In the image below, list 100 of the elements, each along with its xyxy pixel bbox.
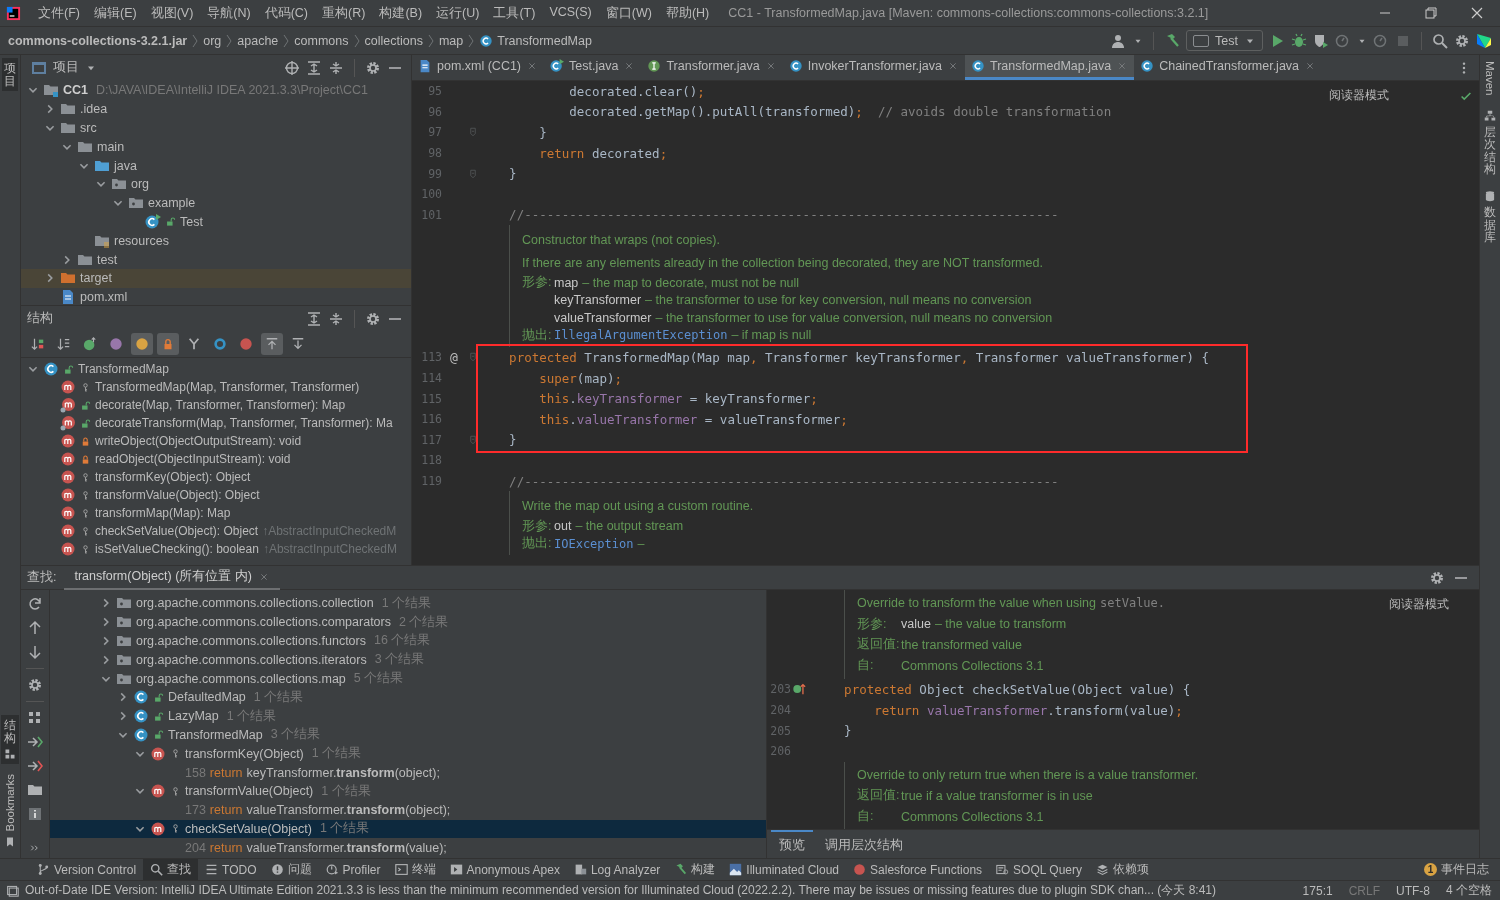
menu-item[interactable]: 代码(C) [257, 4, 316, 22]
plugin-icon[interactable] [1476, 32, 1492, 49]
tree-item[interactable]: transformKey(Object): Object [21, 468, 411, 486]
breadcrumb[interactable]: apache [237, 33, 279, 48]
tree-item[interactable]: transformMap(Map): Map [21, 504, 411, 522]
import-icon[interactable] [27, 734, 43, 750]
editor-tab[interactable]: pom.xml (CC1) [412, 55, 545, 80]
folder-icon[interactable] [27, 782, 43, 798]
tool-window-tab[interactable]: Bookmarks [3, 774, 17, 832]
hierarchy-icon[interactable] [1484, 109, 1496, 122]
search-icon[interactable] [1432, 32, 1448, 49]
tree-item[interactable]: transformValue(Object): Object [21, 486, 411, 504]
close-icon[interactable] [1469, 5, 1485, 21]
tool-window-button[interactable]: 终端 [387, 859, 443, 880]
menu-item[interactable]: 运行(U) [429, 4, 487, 22]
tree-item[interactable]: TransformedMap(Map, Transformer, Transformer) [21, 378, 411, 396]
settings-icon[interactable] [27, 677, 43, 693]
preview-tab[interactable]: 预览 [771, 830, 813, 858]
coverage-icon[interactable] [1313, 32, 1329, 49]
info-icon[interactable] [27, 806, 43, 822]
menu-item[interactable]: 视图(V) [143, 4, 201, 22]
tree-item[interactable]: readObject(ObjectInputStream): void [21, 450, 411, 468]
arrow-up-icon[interactable] [27, 620, 43, 636]
breadcrumb[interactable]: commons-collections-3.2.1.jar [8, 33, 188, 48]
tree-item[interactable]: target [21, 268, 411, 288]
refresh-icon[interactable] [27, 596, 43, 612]
expand-all-icon[interactable] [306, 59, 322, 76]
event-log-button[interactable]: 1 事件日志 [1417, 859, 1496, 880]
tree-item[interactable]: example [21, 193, 411, 213]
menu-item[interactable]: VCS(S) [542, 4, 599, 22]
tool-window-tab[interactable]: 项目 [2, 58, 18, 92]
menu-item[interactable]: 文件(F) [31, 4, 87, 22]
bookmark-icon[interactable] [4, 836, 16, 848]
tree-item[interactable]: src [21, 118, 411, 138]
tree-item[interactable]: 158 return keyTransformer.transform(object); [50, 763, 766, 782]
editor-tab[interactable]: Transformer.java [641, 55, 783, 80]
toggle-button[interactable] [131, 333, 153, 355]
panel-title[interactable]: 项目 [53, 59, 79, 76]
export-icon[interactable] [27, 758, 43, 774]
settings-icon[interactable] [365, 59, 381, 76]
structure-icon[interactable] [4, 748, 16, 761]
tree-item[interactable]: TransformedMap [21, 360, 411, 378]
tree-item[interactable]: org [21, 175, 411, 194]
debug-icon[interactable] [1291, 32, 1307, 49]
menu-item[interactable]: 帮助(H) [658, 4, 717, 22]
collapse-all-icon[interactable] [328, 59, 344, 76]
file-encoding[interactable]: UTF-8 [1396, 883, 1430, 898]
editor-tab[interactable]: Test.java [544, 55, 642, 80]
exception-link[interactable]: IllegalArgumentException [554, 328, 728, 343]
menu-item[interactable]: 工具(T) [486, 4, 543, 22]
tool-window-button[interactable]: 依赖项 [1089, 859, 1156, 880]
tool-window-button[interactable]: Salesforce Functions [846, 859, 990, 880]
tool-window-button[interactable]: Log Analyzer [566, 859, 668, 880]
tree-item[interactable]: writeObject(ObjectOutputStream): void [21, 432, 411, 450]
preview-tab[interactable]: 调用层次结构 [817, 830, 911, 858]
toggle-button[interactable] [261, 333, 283, 355]
tool-window-tab[interactable]: Maven [1483, 61, 1497, 96]
menu-item[interactable]: 构建(B) [372, 4, 430, 22]
tree-item[interactable]: resources [21, 231, 411, 251]
tool-window-button[interactable]: Version Control [30, 859, 144, 880]
settings-icon[interactable] [1454, 32, 1470, 49]
breadcrumb[interactable]: TransformedMap [497, 33, 592, 48]
menu-item[interactable]: 导航(N) [200, 4, 258, 22]
tree-item[interactable]: CC1 D:\JAVA\IDEA\IntelliJ IDEA 2021.3.3\Project\CC1 [21, 81, 411, 100]
settings-icon[interactable] [365, 310, 381, 327]
tree-item[interactable]: Test [21, 212, 411, 232]
editor-tab[interactable]: InvokerTransformer.java [782, 55, 966, 80]
tree-item[interactable]: pom.xml [21, 287, 411, 307]
restore-icon[interactable] [1423, 5, 1439, 21]
breadcrumb[interactable]: map [438, 33, 464, 48]
tree-item[interactable]: 173 return valueTransformer.transform(object); [50, 800, 766, 820]
status-message[interactable]: Out-of-Date IDE Version: IntelliJ IDEA Ultimate Edition 2021.3.3 is less than the minimum recommended version for Illuminated Cloud (2022.2.2). There may be issues or missing features due to plugin SDK chan... (今天 8:41) [25, 882, 1216, 899]
tree-item[interactable]: decorateTransform(Map, Transformer, Transformer): Ma [21, 414, 411, 432]
tree-item[interactable]: decorate(Map, Transformer, Transformer): Map [21, 396, 411, 414]
tool-window-tab[interactable]: 数据库 [1484, 206, 1496, 244]
exception-link[interactable]: IOException [554, 536, 634, 551]
tool-window-button[interactable]: Profiler [318, 859, 388, 880]
tree-item[interactable]: main [21, 137, 411, 157]
profiler-icon[interactable] [1335, 32, 1351, 49]
collapse-all-icon[interactable] [328, 310, 344, 327]
tool-window-button[interactable]: Anonymous Apex [442, 859, 567, 880]
toggle-button[interactable] [157, 333, 179, 355]
reader-mode-link[interactable]: 阅读器模式 [1329, 87, 1389, 104]
editor-tab[interactable]: TransformedMap.java [965, 55, 1135, 80]
editor-tab[interactable]: ChainedTransformer.java [1134, 55, 1323, 80]
expand-all-icon[interactable] [306, 310, 322, 327]
menu-item[interactable]: 编辑(E) [86, 4, 144, 22]
double-chevron-icon[interactable] [29, 842, 41, 854]
settings-icon[interactable] [1429, 569, 1445, 586]
tool-window-button[interactable]: Illuminated Cloud [722, 859, 847, 880]
tree-item[interactable]: 204 return valueTransformer.transform(value); [50, 838, 766, 858]
gutter-marker[interactable]: @ [450, 349, 458, 365]
tree-item[interactable]: .idea [21, 99, 411, 119]
tool-window-button[interactable]: 查找 [143, 859, 199, 880]
reader-mode-link[interactable]: 阅读器模式 [1389, 596, 1449, 613]
tool-window-button[interactable]: 问题 [263, 859, 319, 880]
breadcrumb[interactable]: org [203, 33, 222, 48]
target-icon[interactable] [284, 59, 300, 76]
menu-item[interactable]: 重构(R) [315, 4, 373, 22]
run-configuration-dropdown[interactable]: Test [1186, 30, 1263, 51]
